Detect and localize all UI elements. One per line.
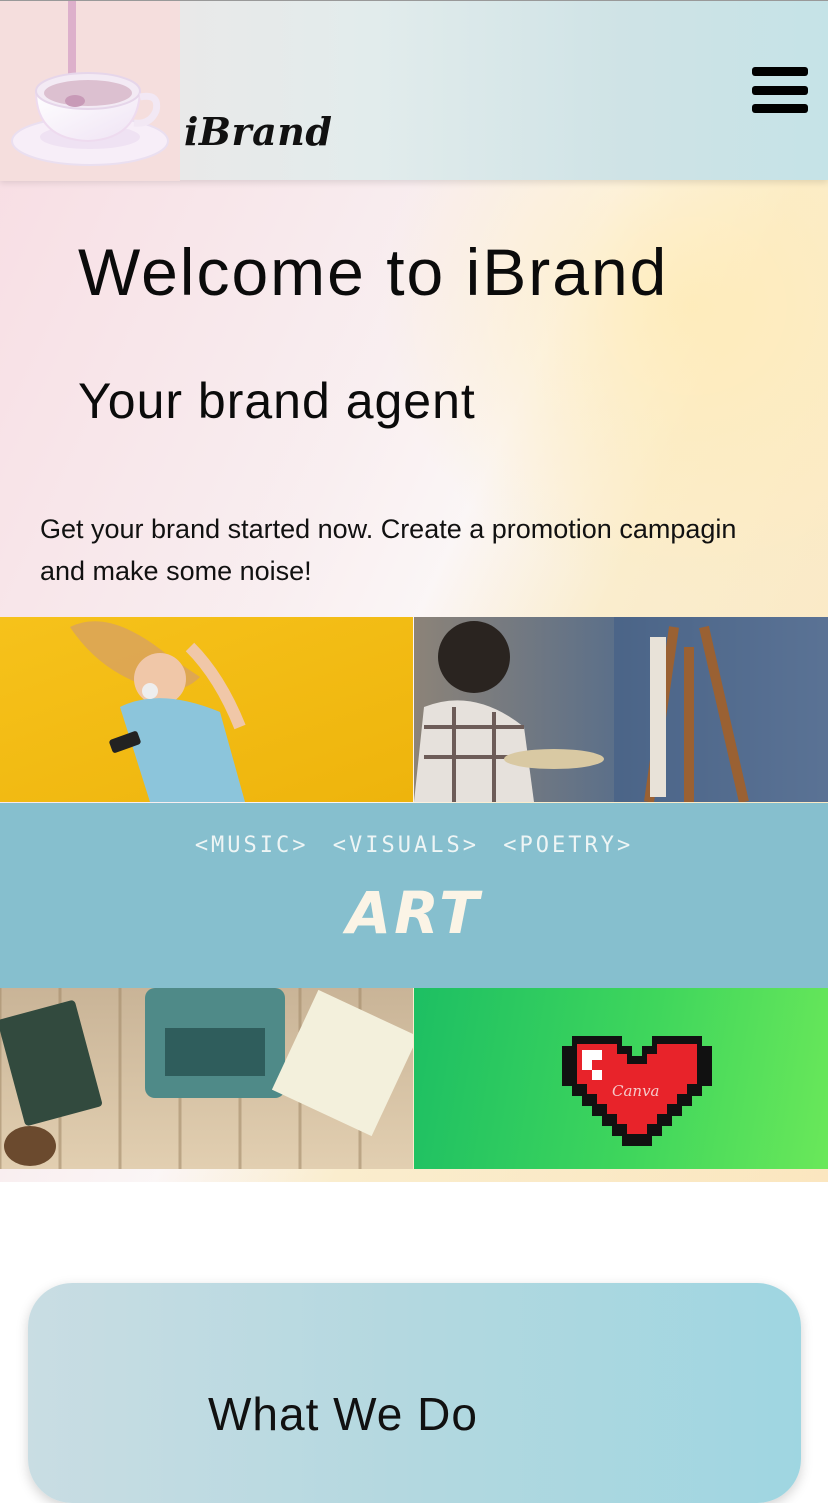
music-photo	[0, 617, 413, 802]
heart-watermark: Canva	[612, 1082, 660, 1100]
logo-link[interactable]	[0, 1, 180, 181]
menu-line	[752, 67, 808, 76]
site-header: iBrand	[0, 0, 828, 181]
hamburger-menu-icon[interactable]	[752, 67, 808, 113]
pixel-heart-graphic: Canva	[414, 988, 828, 1169]
painter-photo	[414, 617, 828, 802]
hero-subtitle: Your brand agent	[78, 373, 476, 429]
menu-line	[752, 85, 808, 95]
brand-name[interactable]: iBrand	[184, 109, 332, 154]
menu-line	[752, 104, 808, 113]
hero-title: Welcome to iBrand	[78, 235, 669, 309]
teacup-logo-icon	[11, 1, 169, 166]
what-we-do-card: What We Do	[28, 1283, 801, 1503]
typewriter-photo	[0, 988, 413, 1169]
hero-description: Get your brand started now. Create a pro…	[40, 514, 737, 586]
art-categories: <MUSIC> <VISUALS> <POETRY>	[194, 833, 634, 858]
art-banner: <MUSIC> <VISUALS> <POETRY> ART	[0, 803, 828, 988]
art-headline: ART	[346, 879, 482, 947]
art-collage: <MUSIC> <VISUALS> <POETRY> ART Canva	[0, 617, 828, 1169]
section-title: What We Do	[208, 1388, 478, 1440]
